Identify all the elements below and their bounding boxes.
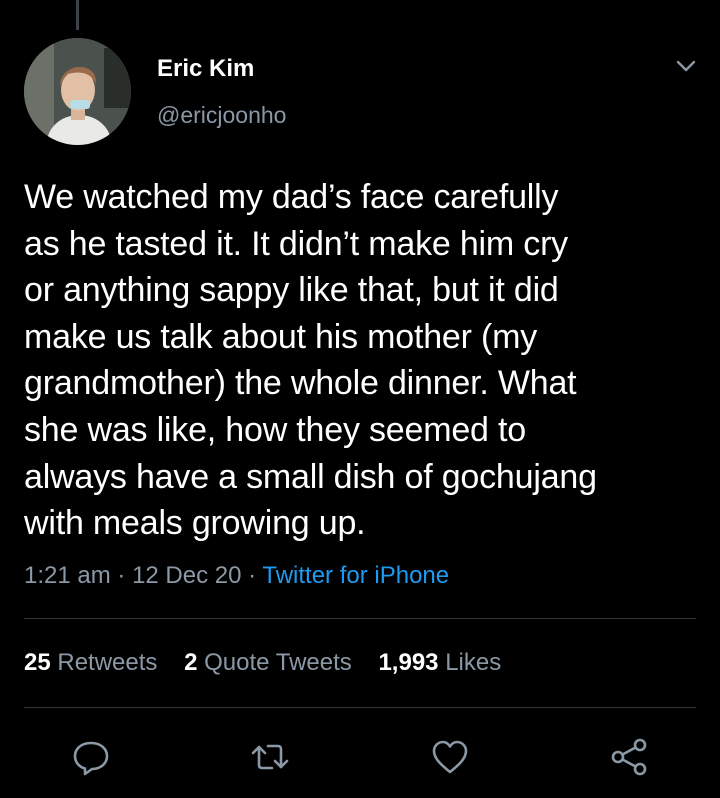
retweets-stat[interactable]: 25 Retweets — [24, 649, 157, 676]
tweet-source-link[interactable]: Twitter for iPhone — [262, 562, 449, 589]
tweet-metadata: 1:21 am · 12 Dec 20 · Twitter for iPhone — [24, 562, 449, 590]
likes-label: Likes — [445, 649, 502, 676]
divider — [24, 707, 696, 708]
retweet-button[interactable] — [247, 734, 293, 780]
share-icon — [611, 738, 647, 776]
thread-connector-line — [76, 0, 79, 30]
avatar-photo — [24, 38, 131, 145]
engagement-stats: 25 Retweets 2 Quote Tweets 1,993 Likes — [24, 649, 521, 677]
quote-count: 2 — [184, 649, 198, 676]
quote-tweets-stat[interactable]: 2 Quote Tweets — [184, 649, 352, 676]
author-handle[interactable]: @ericjoonho — [157, 102, 286, 129]
chevron-down-icon[interactable] — [674, 54, 698, 78]
tweet-date: 12 Dec 20 — [132, 562, 242, 589]
avatar[interactable] — [24, 38, 131, 145]
likes-stat[interactable]: 1,993 Likes — [378, 649, 501, 676]
reply-button[interactable] — [68, 734, 114, 780]
meta-separator: · — [117, 562, 126, 589]
quote-label: Quote Tweets — [204, 649, 352, 676]
reply-icon — [73, 741, 109, 776]
tweet-time: 1:21 am — [24, 562, 111, 589]
divider — [24, 618, 696, 619]
likes-count: 1,993 — [378, 649, 439, 676]
retweets-count: 25 — [24, 649, 51, 676]
author-name[interactable]: Eric Kim — [157, 55, 254, 83]
meta-separator: · — [248, 562, 257, 589]
tweet-text: We watched my dad’s face carefully as he… — [24, 178, 597, 543]
retweets-label: Retweets — [57, 649, 158, 676]
like-button[interactable] — [427, 734, 473, 780]
share-button[interactable] — [606, 734, 652, 780]
retweet-icon — [251, 744, 289, 770]
heart-icon — [432, 740, 468, 774]
